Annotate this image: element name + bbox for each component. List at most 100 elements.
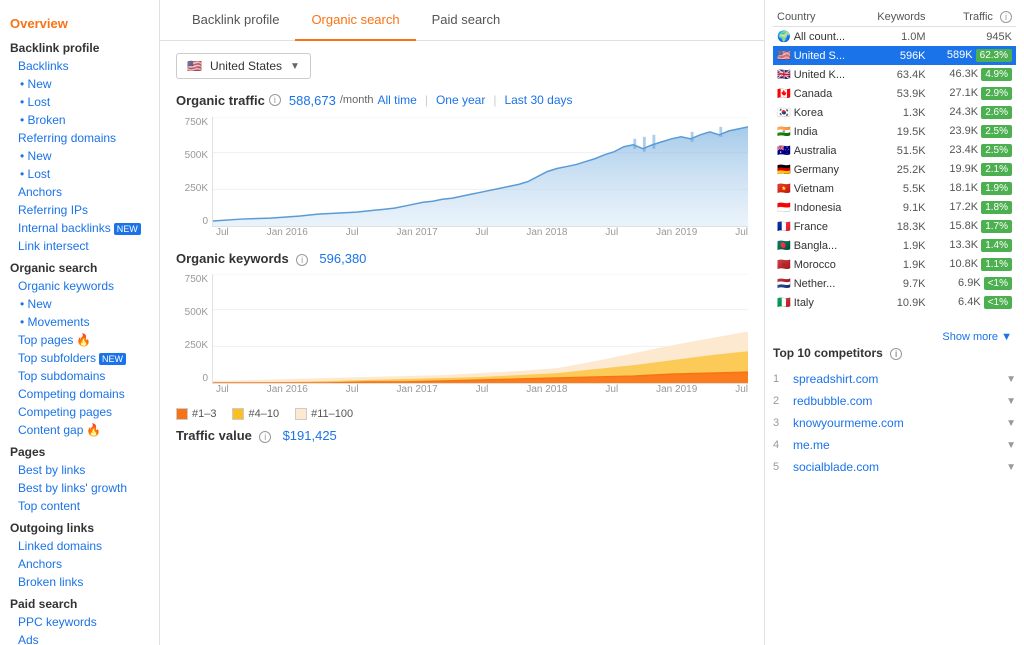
country-table-row[interactable]: 🇺🇸United S...596K589K 62.3% xyxy=(773,46,1016,65)
sidebar-top-subfolders[interactable]: Top subfoldersNEW xyxy=(0,349,159,367)
country-name: 🇳🇱Nether... xyxy=(773,274,863,293)
sidebar-best-by-links[interactable]: Best by links xyxy=(0,461,159,479)
country-table-row[interactable]: 🇬🇧United K...63.4K46.3K 4.9% xyxy=(773,65,1016,84)
country-table-row[interactable]: 🇦🇺Australia51.5K23.4K 2.5% xyxy=(773,141,1016,160)
sidebar-backlinks-new[interactable]: New xyxy=(0,75,159,93)
sidebar-top-subdomains[interactable]: Top subdomains xyxy=(0,367,159,385)
sidebar-linked-domains[interactable]: Linked domains xyxy=(0,537,159,555)
legend-item-3[interactable]: #11–100 xyxy=(295,408,353,420)
sidebar-paid-search[interactable]: Paid search xyxy=(0,591,159,613)
sidebar-internal-backlinks[interactable]: Internal backlinksNEW xyxy=(0,219,159,237)
country-table-row[interactable]: 🇨🇦Canada53.9K27.1K 2.9% xyxy=(773,84,1016,103)
country-select[interactable]: 🇺🇸 United States xyxy=(176,53,311,79)
competitor-num: 2 xyxy=(773,395,793,407)
sidebar-organic-keywords[interactable]: Organic keywords xyxy=(0,277,159,295)
sidebar-backlinks-lost[interactable]: Lost xyxy=(0,93,159,111)
sidebar-top-content[interactable]: Top content xyxy=(0,497,159,515)
country-keywords: 9.7K xyxy=(863,274,930,293)
right-panel: Country Keywords Traffic i 🌍All count...… xyxy=(764,0,1024,645)
sidebar-content-gap[interactable]: Content gap🔥 xyxy=(0,421,159,439)
organic-traffic-label: Organic traffic xyxy=(176,93,265,108)
traffic-col-info-icon[interactable]: i xyxy=(1000,11,1012,23)
sidebar-link-intersect[interactable]: Link intersect xyxy=(0,237,159,255)
sidebar-organic-kw-new[interactable]: New xyxy=(0,295,159,313)
country-traffic: 23.4K 2.5% xyxy=(930,141,1016,160)
country-table-row[interactable]: 🇻🇳Vietnam5.5K18.1K 1.9% xyxy=(773,179,1016,198)
country-traffic: 6.4K <1% xyxy=(930,293,1016,312)
sidebar-referring-ips[interactable]: Referring IPs xyxy=(0,201,159,219)
competitor-item[interactable]: 2 redbubble.com ▼ xyxy=(773,390,1016,412)
sidebar-referring-domains[interactable]: Referring domains xyxy=(0,129,159,147)
time-filter-last-30[interactable]: Last 30 days xyxy=(500,91,576,109)
organic-traffic-block: Organic traffic i 588,673 /month All tim… xyxy=(176,91,748,109)
organic-traffic-info-icon[interactable]: i xyxy=(269,94,281,106)
country-keywords: 19.5K xyxy=(863,122,930,141)
sidebar-outgoing-links[interactable]: Outgoing links xyxy=(0,515,159,537)
chart-legend: #1–3 #4–10 #11–100 xyxy=(176,408,748,420)
country-traffic: 24.3K 2.6% xyxy=(930,103,1016,122)
sidebar-best-by-links-growth[interactable]: Best by links' growth xyxy=(0,479,159,497)
competitor-item[interactable]: 1 spreadshirt.com ▼ xyxy=(773,368,1016,390)
sidebar-referring-lost[interactable]: Lost xyxy=(0,165,159,183)
tab-organic-search[interactable]: Organic search xyxy=(295,0,415,41)
country-traffic: 19.9K 2.1% xyxy=(930,160,1016,179)
country-keywords: 25.2K xyxy=(863,160,930,179)
competitor-num: 5 xyxy=(773,461,793,473)
sidebar-ppc-keywords[interactable]: PPC keywords xyxy=(0,613,159,631)
country-table-row[interactable]: 🌍All count...1.0M945K xyxy=(773,27,1016,47)
competitors-title: Top 10 competitors i xyxy=(773,346,1016,360)
country-table-row[interactable]: 🇲🇦Morocco1.9K10.8K 1.1% xyxy=(773,255,1016,274)
country-selector-wrapper: 🇺🇸 United States xyxy=(176,53,748,79)
country-table-row[interactable]: 🇰🇷Korea1.3K24.3K 2.6% xyxy=(773,103,1016,122)
competitor-dropdown-icon[interactable]: ▼ xyxy=(1006,462,1016,473)
sidebar-broken-links[interactable]: Broken links xyxy=(0,573,159,591)
sidebar-organic-search[interactable]: Organic search xyxy=(0,255,159,277)
sidebar-competing-pages[interactable]: Competing pages xyxy=(0,403,159,421)
country-table-row[interactable]: 🇮🇳India19.5K23.9K 2.5% xyxy=(773,122,1016,141)
sidebar-overview[interactable]: Overview xyxy=(0,8,159,35)
competitor-dropdown-icon[interactable]: ▼ xyxy=(1006,396,1016,407)
country-table-row[interactable]: 🇮🇹Italy10.9K6.4K <1% xyxy=(773,293,1016,312)
chart1-y-label-4: 0 xyxy=(202,216,208,227)
competitor-dropdown-icon[interactable]: ▼ xyxy=(1006,374,1016,385)
sidebar-competing-domains[interactable]: Competing domains xyxy=(0,385,159,403)
competitors-info-icon[interactable]: i xyxy=(890,348,902,360)
competitor-name: spreadshirt.com xyxy=(793,372,1006,386)
competitor-dropdown-icon[interactable]: ▼ xyxy=(1006,440,1016,451)
col-country: Country xyxy=(773,8,863,27)
sidebar-organic-kw-movements[interactable]: Movements xyxy=(0,313,159,331)
sidebar-referring-new[interactable]: New xyxy=(0,147,159,165)
country-table-row[interactable]: 🇧🇩Bangla...1.9K13.3K 1.4% xyxy=(773,236,1016,255)
legend-item-2[interactable]: #4–10 xyxy=(232,408,279,420)
competitor-dropdown-icon[interactable]: ▼ xyxy=(1006,418,1016,429)
country-table-row[interactable]: 🇫🇷France18.3K15.8K 1.7% xyxy=(773,217,1016,236)
tab-paid-search[interactable]: Paid search xyxy=(416,0,517,41)
traffic-pct-badge: 1.4% xyxy=(981,239,1012,252)
time-filter-all[interactable]: All time xyxy=(374,91,421,109)
competitor-item[interactable]: 5 socialblade.com ▼ xyxy=(773,456,1016,478)
sidebar-backlinks[interactable]: Backlinks xyxy=(0,57,159,75)
sidebar-ads[interactable]: Ads xyxy=(0,631,159,645)
competitor-item[interactable]: 4 me.me ▼ xyxy=(773,434,1016,456)
competitor-item[interactable]: 3 knowyourmeme.com ▼ xyxy=(773,412,1016,434)
traffic-value-block: Traffic value i $191,425 xyxy=(176,428,748,443)
country-keywords: 1.3K xyxy=(863,103,930,122)
country-name: 🇻🇳Vietnam xyxy=(773,179,863,198)
time-filter-one-year[interactable]: One year xyxy=(432,91,489,109)
sidebar-backlinks-broken[interactable]: Broken xyxy=(0,111,159,129)
country-table-row[interactable]: 🇮🇩Indonesia9.1K17.2K 1.8% xyxy=(773,198,1016,217)
traffic-value-info-icon[interactable]: i xyxy=(259,431,271,443)
tab-backlink-profile[interactable]: Backlink profile xyxy=(176,0,295,41)
country-table-row[interactable]: 🇩🇪Germany25.2K19.9K 2.1% xyxy=(773,160,1016,179)
legend-checkbox-1 xyxy=(176,408,188,420)
country-table-row[interactable]: 🇳🇱Nether...9.7K6.9K <1% xyxy=(773,274,1016,293)
sidebar-anchors[interactable]: Anchors xyxy=(0,183,159,201)
organic-keywords-info-icon[interactable]: i xyxy=(296,254,308,266)
show-more-button[interactable]: Show more xyxy=(773,328,1016,346)
sidebar-outgoing-anchors[interactable]: Anchors xyxy=(0,555,159,573)
sidebar-backlink-profile[interactable]: Backlink profile xyxy=(0,35,159,57)
legend-item-1[interactable]: #1–3 xyxy=(176,408,216,420)
organic-traffic-chart: 750K 500K 250K 0 xyxy=(176,117,748,247)
sidebar-top-pages[interactable]: Top pages🔥 xyxy=(0,331,159,349)
sidebar-pages[interactable]: Pages xyxy=(0,439,159,461)
